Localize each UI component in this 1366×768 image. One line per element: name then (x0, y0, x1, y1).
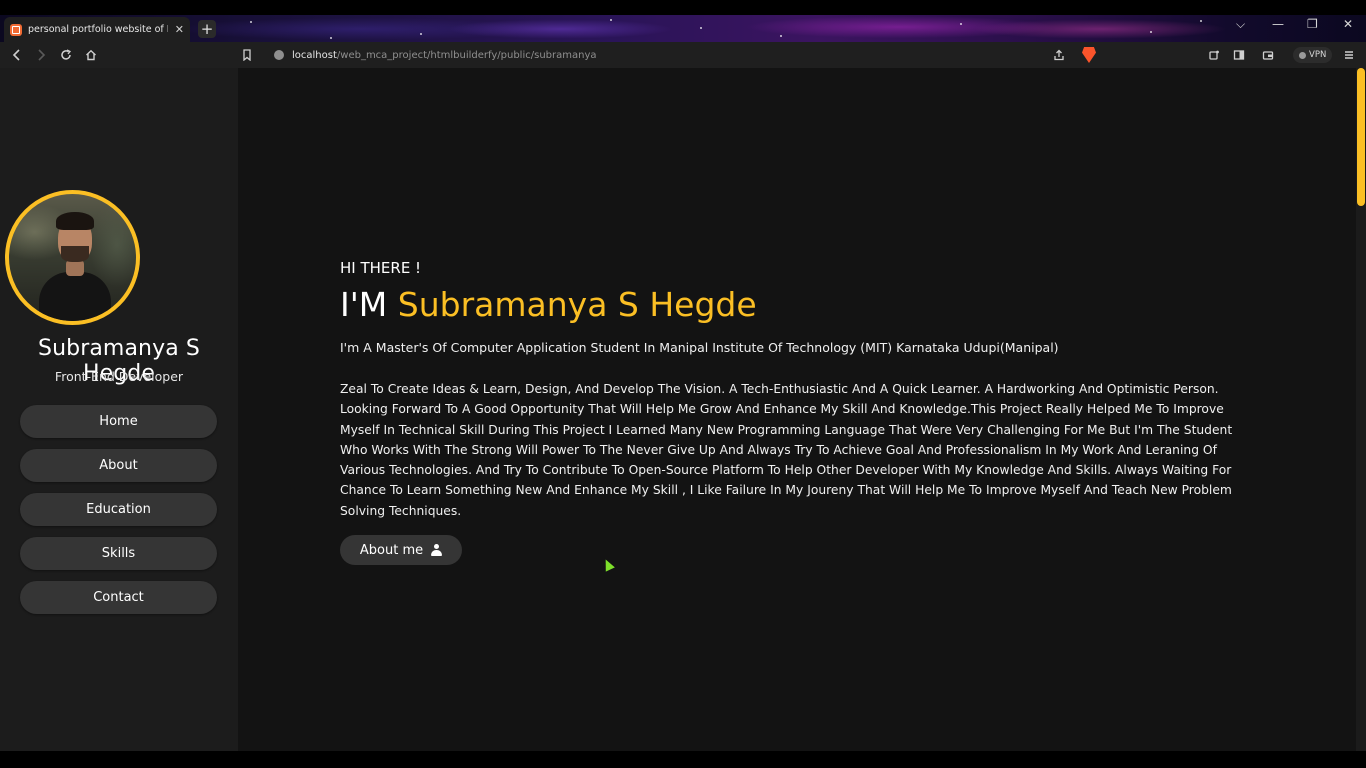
tab-title: personal portfolio website of Html (28, 24, 168, 35)
portfolio-page: Subramanya S Hegde Front-End Developer H… (0, 68, 1366, 751)
scrollbar-thumb[interactable] (1357, 68, 1365, 206)
intro-text: I'm A Master's Of Computer Application S… (340, 340, 1059, 355)
site-info-icon[interactable] (274, 50, 284, 60)
menu-icon[interactable] (1340, 46, 1358, 64)
avatar (5, 190, 140, 325)
vpn-status-icon (1299, 51, 1306, 59)
tab-close-icon[interactable]: ✕ (175, 23, 184, 36)
nav-item-home[interactable]: Home (20, 405, 217, 438)
restore-button[interactable]: ❐ (1307, 17, 1318, 31)
reload-icon[interactable] (57, 46, 75, 64)
back-icon[interactable] (8, 46, 26, 64)
nav-item-about[interactable]: About (20, 449, 217, 482)
new-tab-button[interactable]: + (198, 20, 216, 38)
minimize-button[interactable]: — (1272, 17, 1284, 31)
browser-toolbar: localhost/web_mca_project/htmlbuilderfy/… (0, 42, 1366, 68)
about-me-label: About me (359, 542, 424, 558)
nav-item-education[interactable]: Education (20, 493, 217, 526)
greeting: HI THERE ! (340, 259, 422, 277)
headline-prefix: I'M (340, 285, 398, 324)
bio-paragraph: Zeal To Create Ideas & Learn, Design, An… (340, 382, 1233, 518)
headline: I'M Subramanya S Hegde (340, 285, 757, 324)
favicon-icon (10, 23, 22, 36)
headline-name: Subramanya S Hegde (397, 285, 757, 324)
address-bar[interactable]: localhost/web_mca_project/htmlbuilderfy/… (268, 45, 1108, 65)
sidebar-nav: Home About Education Skills Contact (20, 405, 217, 625)
url-host: localhost (292, 49, 337, 61)
nav-item-skills[interactable]: Skills (20, 537, 217, 570)
bookmark-icon[interactable] (238, 46, 256, 64)
close-window-button[interactable]: ✕ (1343, 17, 1353, 31)
about-me-button[interactable]: About me (340, 535, 462, 565)
home-icon[interactable] (82, 46, 100, 64)
sidebar-icon[interactable] (1230, 46, 1248, 64)
bottom-edge (0, 751, 1366, 768)
share-icon[interactable] (1050, 46, 1068, 64)
browser-tab-strip: personal portfolio website of Html ✕ + ⌵… (0, 0, 1366, 42)
profile-role: Front-End Developer (54, 369, 184, 384)
forward-icon[interactable] (32, 46, 50, 64)
sidebar: Subramanya S Hegde Front-End Developer H… (0, 68, 238, 751)
vpn-label: VPN (1309, 50, 1327, 60)
page-scrollbar[interactable] (1356, 68, 1366, 751)
wallet-icon[interactable] (1259, 46, 1277, 64)
tab-search-dropdown-icon[interactable]: ⌵ (1236, 17, 1245, 32)
vpn-button[interactable]: VPN (1293, 47, 1333, 63)
extensions-icon[interactable] (1205, 46, 1223, 64)
browser-tab[interactable]: personal portfolio website of Html ✕ (4, 17, 190, 42)
user-icon (431, 544, 443, 556)
url-path: /web_mca_project/htmlbuilderfy/public/su… (336, 49, 597, 61)
nav-item-contact[interactable]: Contact (20, 581, 217, 614)
